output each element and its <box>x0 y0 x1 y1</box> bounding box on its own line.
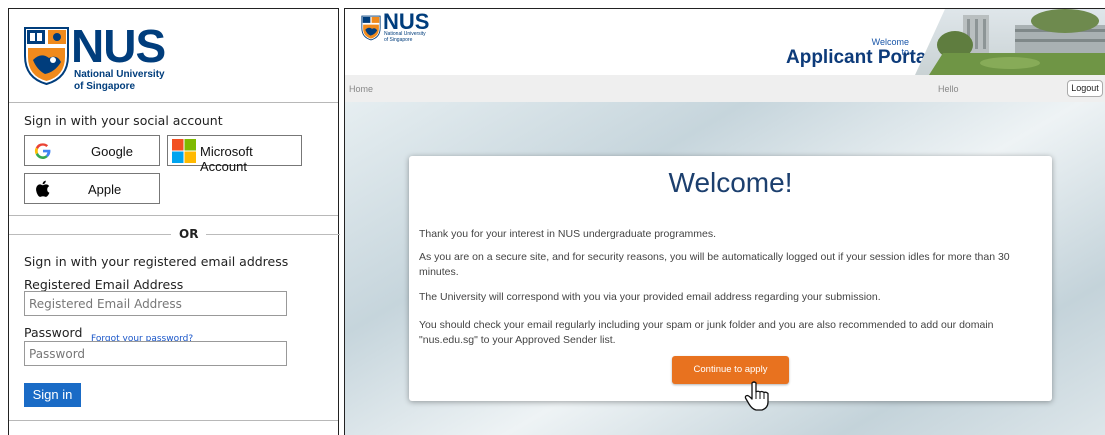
welcome-card: Welcome! Thank you for your interest in … <box>409 156 1052 411</box>
portal-header: NUS National University of Singapore Wel… <box>345 9 1105 75</box>
security-paragraph: As you are on a secure site, and for sec… <box>419 251 1010 278</box>
or-label: OR <box>179 227 199 241</box>
continue-to-apply-button[interactable]: Continue to apply <box>672 356 789 384</box>
logo-wordmark: NUS <box>71 20 166 72</box>
nus-crest-icon <box>361 15 381 41</box>
campus-photo <box>915 9 1105 75</box>
password-label: Password <box>24 325 83 340</box>
google-label: Google <box>91 144 133 159</box>
login-panel: NUS National University of Singapore Sig… <box>8 8 340 435</box>
password-field[interactable]: Password <box>24 341 287 366</box>
nus-crest-icon <box>24 27 69 86</box>
portal-logo-subtitle: National University of Singapore <box>384 31 426 43</box>
nus-logo: NUS National University of Singapore <box>23 22 167 92</box>
nav-home-link[interactable]: Home <box>349 84 373 94</box>
applicant-portal-window: NUS National University of Singapore Wel… <box>344 8 1105 435</box>
footer-divider <box>9 420 338 421</box>
apple-icon <box>36 180 50 197</box>
google-signin-button[interactable]: Google <box>24 135 160 166</box>
social-signin-title: Sign in with your social account <box>24 113 223 128</box>
correspondence-paragraph: The University will correspond with you … <box>419 291 881 303</box>
signin-button[interactable]: Sign in <box>24 383 81 407</box>
logo-subtitle: National University of Singapore <box>74 69 165 92</box>
microsoft-signin-button[interactable]: Microsoft Account <box>167 135 302 174</box>
email-signin-title: Sign in with your registered email addre… <box>24 254 289 269</box>
email-advice-paragraph: You should check your email regularly in… <box>419 319 994 346</box>
portal-title: Applicant Portal <box>786 47 932 68</box>
logo-divider <box>9 102 338 103</box>
email-label: Registered Email Address <box>24 277 184 292</box>
welcome-paragraph: Thank you for your interest in NUS under… <box>419 228 717 240</box>
microsoft-label: Microsoft Account <box>200 144 253 174</box>
welcome-heading: Welcome! <box>668 167 793 198</box>
microsoft-icon <box>172 139 196 163</box>
greeting-text: Hello <box>938 84 959 94</box>
logout-button[interactable]: Logout <box>1067 80 1103 97</box>
apple-label: Apple <box>88 182 122 197</box>
hand-pointer-cursor-icon <box>744 381 769 411</box>
portal-nav-bar: Home Hello Logout <box>345 75 1105 102</box>
google-icon <box>34 143 51 159</box>
apple-signin-button[interactable]: Apple <box>24 173 160 204</box>
email-field[interactable]: Registered Email Address <box>24 291 287 316</box>
social-divider <box>9 215 338 216</box>
or-divider: OR <box>9 227 340 241</box>
